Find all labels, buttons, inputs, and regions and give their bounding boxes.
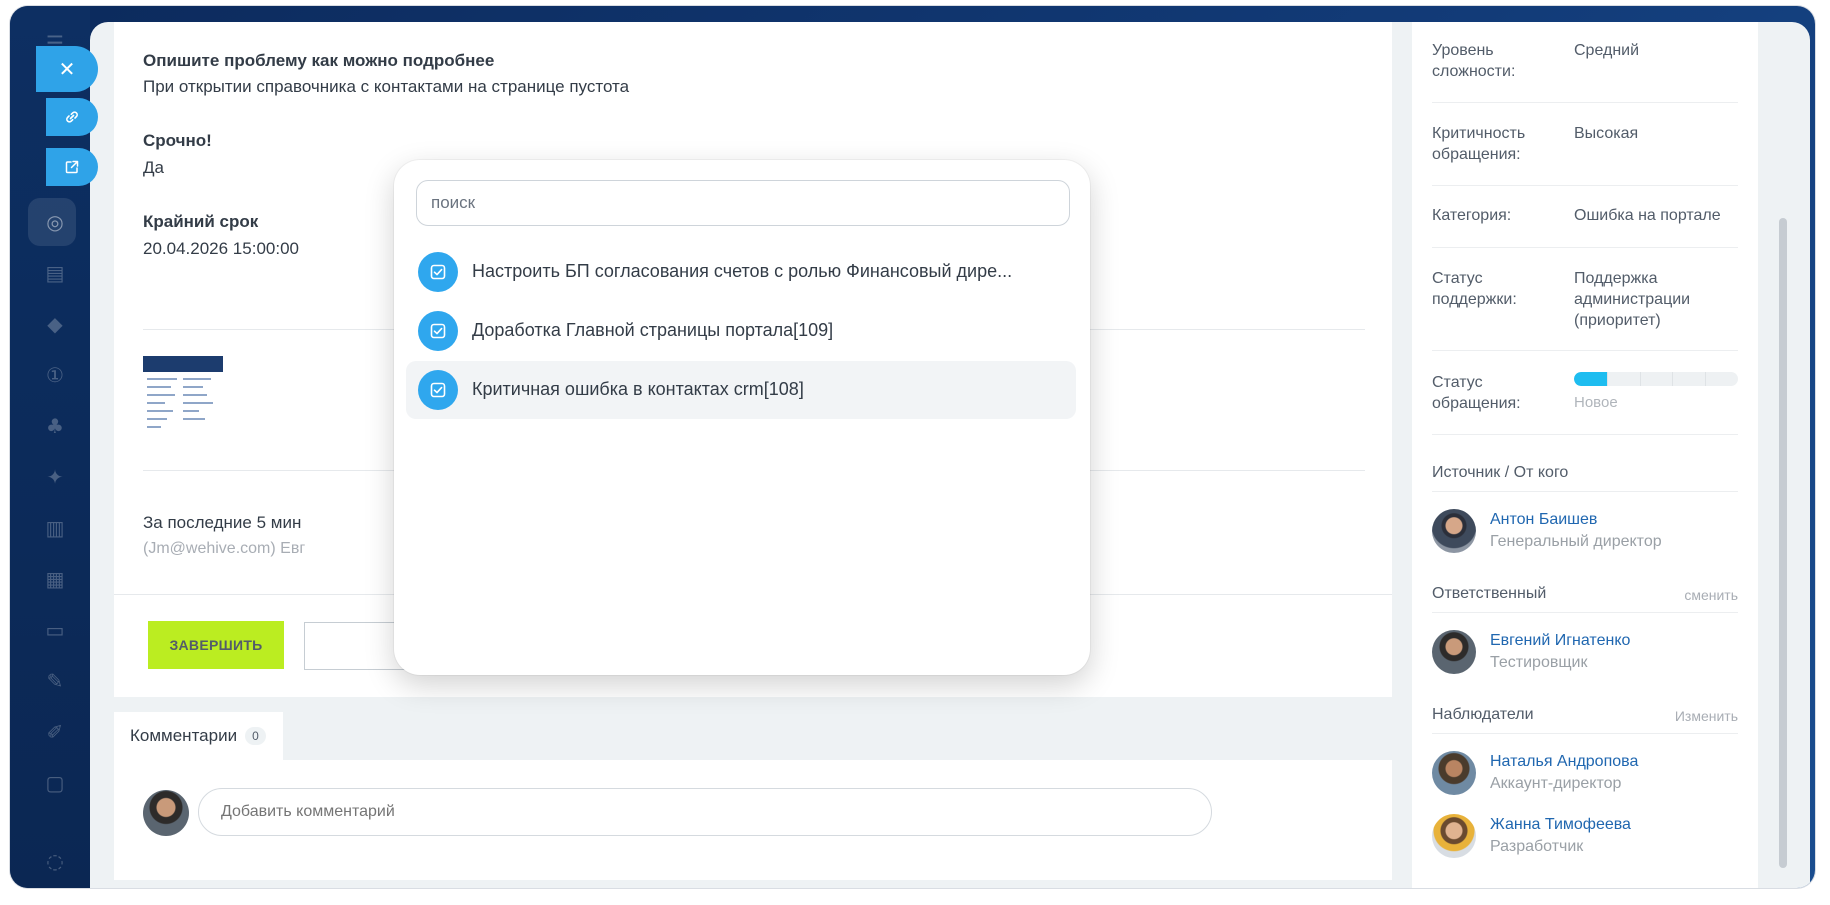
sidebar-row-value: Высокая	[1574, 125, 1639, 142]
comment-input[interactable]	[198, 788, 1212, 836]
sidebar-row-value: Поддержка администрации (приоритет)	[1574, 270, 1691, 329]
badge-icon[interactable]: ①	[40, 360, 70, 390]
divider	[1432, 733, 1738, 734]
history-sub: (Jm@wehive.com) Евг	[143, 540, 306, 557]
close-icon: ✕	[58, 57, 76, 81]
popup-item[interactable]: Критичная ошибка в контактах crm[108]	[406, 361, 1076, 419]
analytics-icon[interactable]: ▥	[40, 513, 70, 543]
source-title: Источник / От кого	[1432, 464, 1569, 481]
field-label-urgent: Срочно!	[143, 131, 212, 150]
link-icon	[66, 111, 78, 123]
sidebar-row-label: Статус поддержки:	[1432, 270, 1517, 308]
change-watchers-link[interactable]: Изменить	[1675, 708, 1738, 724]
person-position: Разработчик	[1490, 838, 1584, 855]
window-icon[interactable]: ▭	[40, 615, 70, 645]
sidebar-row-label: Категория:	[1432, 207, 1512, 224]
chat-icon[interactable]: ▢	[40, 768, 70, 798]
education-icon[interactable]: ◆	[40, 309, 70, 339]
tab-comments-label: Комментарии	[130, 726, 238, 745]
source-person[interactable]: Антон Баишев Генеральный директор	[1432, 509, 1738, 555]
settings-icon[interactable]: ◌	[40, 846, 70, 876]
avatar	[1432, 509, 1476, 553]
field-label-description: Опишите проблему как можно подробнее	[143, 51, 495, 70]
open-external-icon	[65, 160, 79, 174]
field-value-urgent: Да	[143, 158, 164, 177]
person-name[interactable]: Евгений Игнатенко	[1490, 632, 1630, 650]
sidebar-row-support-status: Статус поддержки: Поддержка администраци…	[1432, 268, 1738, 351]
sidebar-row-label: Критичность обращения:	[1432, 125, 1526, 163]
history-text: За последние 5 мин	[143, 513, 302, 532]
field-value-deadline: 20.04.2026 15:00:00	[143, 239, 299, 258]
watcher-person[interactable]: Наталья Андропова Аккаунт-директор	[1432, 751, 1738, 797]
sidebar-row-category: Категория: Ошибка на портале	[1432, 205, 1738, 248]
status-progress-fill	[1574, 372, 1607, 386]
person-name[interactable]: Наталья Андропова	[1490, 753, 1638, 771]
copy-link-button[interactable]	[46, 98, 98, 136]
responsible-title-label: Ответственный	[1432, 585, 1547, 602]
comments-count-badge: 0	[245, 727, 266, 745]
app-window: ☰ ⌂ ▣ ◎ ▤ ◆ ① ♣ ✦ ▥ ▦ ▭ ✎ ✐ ▢ ◌ Опишите …	[10, 6, 1815, 888]
responsible-person[interactable]: Евгений Игнатенко Тестировщик	[1432, 630, 1738, 676]
person-name[interactable]: Антон Баишев	[1490, 511, 1597, 529]
divider	[1432, 491, 1738, 492]
open-new-window-button[interactable]	[46, 148, 98, 186]
status-progress-label: Новое	[1574, 394, 1618, 411]
sidebar-row-criticality: Критичность обращения: Высокая	[1432, 123, 1738, 186]
divider	[1432, 612, 1738, 613]
avatar	[1432, 751, 1476, 795]
slider-panel: Опишите проблему как можно подробнее При…	[90, 22, 1810, 888]
person-position: Тестировщик	[1490, 654, 1588, 671]
task-check-icon	[418, 370, 458, 410]
person-position: Аккаунт-директор	[1490, 775, 1622, 792]
field-label-deadline: Крайний срок	[143, 212, 259, 231]
sidebar-row-label: Уровень сложности:	[1432, 42, 1516, 80]
task-sidebar: Уровень сложности: Средний Критичность о…	[1412, 22, 1758, 888]
tab-comments[interactable]: Комментарии 0	[114, 712, 283, 760]
popup-item-label: Настроить БП согласования счетов с ролью…	[472, 261, 1013, 281]
status-progress-bar[interactable]	[1574, 372, 1738, 386]
watchers-title-label: Наблюдатели	[1432, 706, 1534, 723]
avatar	[1432, 814, 1476, 858]
book-icon[interactable]: ▤	[40, 258, 70, 288]
comments-area	[114, 760, 1392, 880]
person-position: Генеральный директор	[1490, 533, 1662, 550]
gamepad-icon[interactable]: ♣	[40, 411, 70, 441]
sidebar-scrollbar[interactable]	[1779, 218, 1787, 868]
popup-item-label: Критичная ошибка в контактах crm[108]	[472, 379, 804, 399]
watchers-title: Наблюдатели Изменить	[1432, 706, 1738, 724]
sidebar-row-value: Средний	[1574, 42, 1640, 59]
task-check-icon	[418, 252, 458, 292]
watcher-person[interactable]: Жанна Тимофеева Разработчик	[1432, 814, 1738, 860]
sidebar-row-request-status: Статус обращения: Новое	[1432, 372, 1738, 435]
popup-search-input[interactable]	[416, 180, 1070, 226]
sidebar-row-label: Статус обращения:	[1432, 374, 1521, 412]
task-select-popup: Настроить БП согласования счетов с ролью…	[394, 160, 1090, 675]
sidebar-row-value: Ошибка на портале	[1574, 207, 1721, 224]
person-name[interactable]: Жанна Тимофеева	[1490, 816, 1631, 834]
calendar-icon[interactable]: ▦	[40, 564, 70, 594]
popup-item[interactable]: Настроить БП согласования счетов с ролью…	[406, 243, 1076, 301]
close-button[interactable]: ✕	[36, 46, 98, 92]
task-check-icon	[418, 311, 458, 351]
field-value-description: При открытии справочника с контактами на…	[143, 77, 630, 96]
left-menu: ☰ ⌂ ▣ ◎ ▤ ◆ ① ♣ ✦ ▥ ▦ ▭ ✎ ✐ ▢ ◌	[10, 6, 90, 888]
finish-button[interactable]: ЗАВЕРШИТЬ	[148, 621, 284, 669]
responsible-title: Ответственный сменить	[1432, 585, 1738, 603]
popup-item[interactable]: Доработка Главной страницы портала[109]	[406, 302, 1076, 360]
support-icon[interactable]: ◎	[40, 207, 70, 237]
avatar	[1432, 630, 1476, 674]
document-edit-icon[interactable]: ✎	[40, 666, 70, 696]
avatar	[143, 790, 189, 836]
attachment-thumbnail[interactable]	[143, 356, 223, 436]
change-responsible-link[interactable]: сменить	[1684, 587, 1738, 603]
popup-item-label: Доработка Главной страницы портала[109]	[472, 320, 834, 340]
sidebar-row-difficulty: Уровень сложности: Средний	[1432, 40, 1738, 103]
network-icon[interactable]: ✦	[40, 462, 70, 492]
pen-icon[interactable]: ✐	[40, 717, 70, 747]
